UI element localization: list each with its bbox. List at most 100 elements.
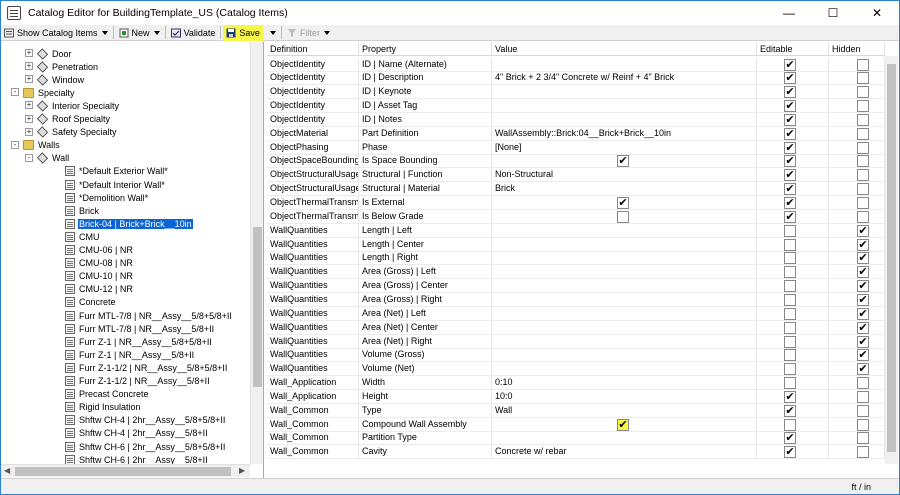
hidden-checkbox[interactable]	[857, 418, 869, 431]
tree-item[interactable]: CMU-10 | NR	[65, 270, 134, 283]
expand-icon[interactable]: +	[25, 62, 33, 71]
table-row[interactable]: Wall_Common Cavity Concrete w/ rebar ✔	[267, 445, 885, 460]
editable-checkbox[interactable]	[784, 307, 796, 320]
cell-value[interactable]	[492, 237, 757, 252]
hidden-checkbox[interactable]: ✔	[857, 293, 869, 306]
column-header-hidden[interactable]: Hidden	[829, 42, 885, 56]
hidden-checkbox[interactable]	[857, 72, 869, 85]
tree-item[interactable]: Brick-04 | Brick+Brick__10in	[65, 217, 193, 230]
tree-item[interactable]: + Interior Specialty	[25, 99, 120, 112]
hidden-checkbox[interactable]: ✔	[857, 335, 869, 348]
table-row[interactable]: Wall_Common Partition Type ✔	[267, 431, 885, 446]
table-row[interactable]: Wall_Application Width 0:10	[267, 376, 885, 391]
table-row[interactable]: WallQuantities Length | Center ✔	[267, 237, 885, 252]
cell-value[interactable]: ✔	[492, 154, 757, 169]
table-row[interactable]: Wall_Application Height 10:0 ✔	[267, 389, 885, 404]
editable-checkbox[interactable]: ✔	[784, 404, 796, 417]
editable-checkbox[interactable]: ✔	[784, 390, 796, 403]
hidden-checkbox[interactable]: ✔	[857, 363, 869, 376]
hidden-checkbox[interactable]	[857, 169, 869, 182]
validate-button[interactable]: Validate	[168, 25, 219, 41]
editable-checkbox[interactable]	[784, 280, 796, 293]
table-row[interactable]: ObjectStructuralUsage Structural | Materi…	[267, 182, 885, 197]
tree-vertical-scrollbar[interactable]	[250, 42, 263, 464]
editable-checkbox[interactable]: ✔	[784, 141, 796, 154]
tree-item[interactable]: Furr Z-1-1/2 | NR__Assy__5/8+5/8+II	[65, 361, 228, 374]
tree-item[interactable]: Concrete	[65, 296, 117, 309]
editable-checkbox[interactable]	[784, 335, 796, 348]
tree-item[interactable]: Shftw CH-4 | 2hr__Assy__5/8+II	[65, 427, 209, 440]
tree-hscroll-thumb[interactable]	[15, 467, 231, 476]
hidden-checkbox[interactable]	[857, 127, 869, 140]
cell-value[interactable]: 10:0	[492, 389, 757, 404]
tree-item[interactable]: - Specialty	[11, 86, 76, 99]
editable-checkbox[interactable]	[784, 293, 796, 306]
hidden-checkbox[interactable]	[857, 113, 869, 126]
editable-checkbox[interactable]	[784, 238, 796, 251]
table-row[interactable]: WallQuantities Length | Right ✔	[267, 251, 885, 266]
cell-value[interactable]	[492, 279, 757, 294]
table-row[interactable]: ObjectStructuralUsage Structural | Functi…	[267, 168, 885, 183]
expand-icon[interactable]: +	[25, 114, 33, 123]
hidden-checkbox[interactable]	[857, 155, 869, 168]
editable-checkbox[interactable]: ✔	[784, 58, 796, 71]
table-row[interactable]: ObjectThermalTransm Is External ✔ ✔	[267, 196, 885, 210]
tree-item[interactable]: Rigid Insulation	[65, 401, 142, 414]
hidden-checkbox[interactable]	[857, 377, 869, 390]
show-catalog-items-button[interactable]: Show Catalog Items	[1, 25, 111, 41]
cell-value[interactable]	[492, 85, 757, 100]
table-row[interactable]: ObjectThermalTransm Is Below Grade ✔	[267, 209, 885, 224]
tree-item[interactable]: + Window	[25, 73, 85, 86]
catalog-tree[interactable]: + Door + Penetration + Window - Specialty + Inter…	[1, 42, 264, 478]
tree-scroll-thumb[interactable]	[253, 227, 262, 387]
tree-item[interactable]: + Door	[25, 47, 73, 60]
editable-checkbox[interactable]: ✔	[784, 197, 796, 209]
hidden-checkbox[interactable]	[857, 86, 869, 99]
cell-value[interactable]: 0:10	[492, 376, 757, 391]
table-row[interactable]: ObjectSpaceBounding Is Space Bounding ✔ ✔	[267, 154, 885, 169]
collapse-icon[interactable]: -	[11, 88, 19, 97]
editable-checkbox[interactable]: ✔	[784, 183, 796, 196]
expand-icon[interactable]: +	[25, 75, 33, 84]
expand-icon[interactable]: +	[25, 127, 33, 136]
cell-value[interactable]	[492, 265, 757, 280]
hidden-checkbox[interactable]	[857, 183, 869, 196]
scroll-right-icon[interactable]: ▶	[239, 466, 245, 475]
cell-value[interactable]: Wall	[492, 403, 757, 418]
hidden-checkbox[interactable]	[857, 141, 869, 154]
table-row[interactable]: ObjectIdentity ID | Description 4" Brick +…	[267, 71, 885, 86]
value-checkbox[interactable]: ✔	[617, 418, 629, 431]
hidden-checkbox[interactable]	[857, 390, 869, 403]
tree-item[interactable]: + Safety Specialty	[25, 126, 118, 139]
hidden-checkbox[interactable]	[857, 210, 869, 223]
tree-item[interactable]: Furr MTL-7/8 | NR__Assy__5/8+5/8+II	[65, 309, 233, 322]
save-button[interactable]: Save	[223, 24, 263, 41]
tree-item[interactable]: Brick	[65, 204, 100, 217]
column-header-editable[interactable]: Editable	[757, 42, 829, 56]
editable-checkbox[interactable]: ✔	[784, 127, 796, 140]
hidden-checkbox[interactable]: ✔	[857, 349, 869, 362]
hidden-checkbox[interactable]	[857, 404, 869, 417]
value-checkbox[interactable]: ✔	[617, 155, 629, 168]
cell-value[interactable]	[492, 223, 757, 238]
table-row[interactable]: ObjectMaterial Part Definition WallAssembl…	[267, 126, 885, 141]
cell-value[interactable]: Concrete w/ rebar	[492, 445, 757, 460]
editable-checkbox[interactable]: ✔	[784, 113, 796, 126]
cell-value[interactable]: Non-Structural	[492, 168, 757, 183]
close-icon[interactable]: ✕	[855, 1, 899, 25]
tree-item[interactable]: *Default Exterior Wall*	[65, 165, 169, 178]
cell-value[interactable]	[492, 99, 757, 114]
table-row[interactable]: ObjectIdentity ID | Notes ✔	[267, 112, 885, 127]
cell-value[interactable]	[492, 334, 757, 349]
editable-checkbox[interactable]: ✔	[784, 210, 796, 223]
cell-value[interactable]	[492, 251, 757, 266]
filter-button[interactable]: Filter	[284, 25, 333, 41]
table-row[interactable]: WallQuantities Area (Net) | Center ✔	[267, 320, 885, 335]
table-row[interactable]: ObjectIdentity ID | Name (Alternate) ✔	[267, 57, 885, 72]
cell-value[interactable]: Brick	[492, 182, 757, 197]
tree-item[interactable]: Precast Concrete	[65, 388, 150, 401]
hidden-checkbox[interactable]: ✔	[857, 307, 869, 320]
table-row[interactable]: Wall_Common Compound Wall Assembly ✔	[267, 417, 885, 432]
table-row[interactable]: WallQuantities Area (Gross) | Left ✔	[267, 265, 885, 280]
tree-item[interactable]: + Roof Specialty	[25, 113, 111, 126]
